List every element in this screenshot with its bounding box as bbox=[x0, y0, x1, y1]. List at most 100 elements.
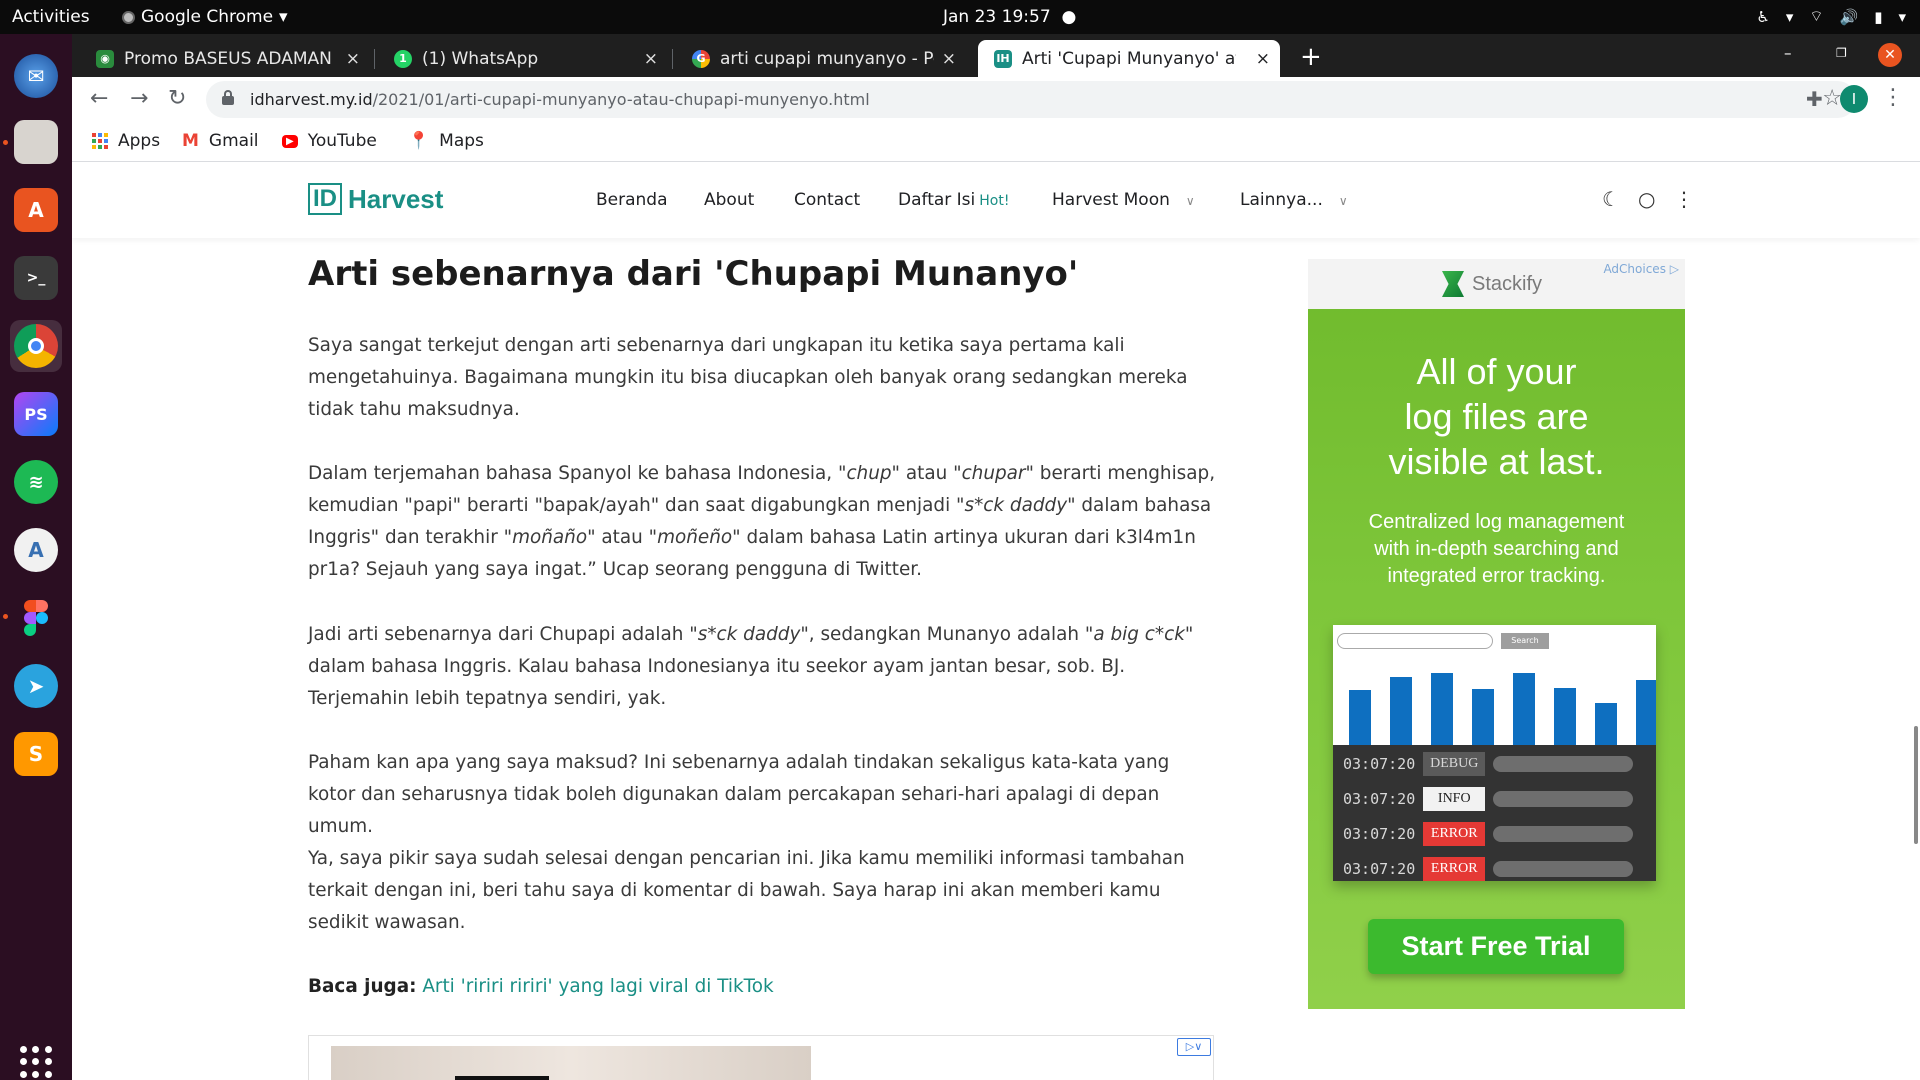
paragraph-4: Paham kan apa yang saya maksud? Ini sebe… bbox=[308, 752, 1170, 837]
bookmark-maps[interactable]: 📍 Maps bbox=[408, 131, 484, 151]
close-icon[interactable]: × bbox=[1256, 49, 1270, 69]
volume-icon: 🔊 bbox=[1839, 7, 1859, 26]
figma-icon bbox=[14, 596, 58, 640]
page-scrollbar[interactable] bbox=[1914, 726, 1918, 844]
forward-icon[interactable]: → bbox=[130, 86, 148, 111]
nav-daftar-isi[interactable]: Daftar Isi Hot! bbox=[898, 190, 1009, 210]
nav-about[interactable]: About bbox=[704, 190, 754, 210]
new-tab-button[interactable]: + bbox=[1300, 42, 1322, 72]
nav-harvest-moon[interactable]: Harvest Moon ∨ bbox=[1052, 190, 1195, 210]
url-text[interactable]: idharvest.my.id/2021/01/arti-cupapi-muny… bbox=[250, 90, 870, 109]
maximize-icon[interactable]: ❐ bbox=[1836, 46, 1847, 60]
android-studio-icon: A bbox=[14, 528, 58, 572]
log-level-badge: DEBUG bbox=[1423, 752, 1486, 776]
close-icon[interactable]: × bbox=[644, 49, 658, 69]
tab-idharvest[interactable]: IH Arti 'Cupapi Munyanyo' at × bbox=[978, 40, 1280, 77]
dock-telegram[interactable]: ➤ bbox=[10, 660, 62, 712]
dock-figma[interactable] bbox=[10, 592, 62, 644]
baca-juga-link[interactable]: Arti 'ririri ririri' yang lagi viral di … bbox=[422, 976, 773, 997]
dock-software[interactable]: A bbox=[10, 184, 62, 236]
stackify-ad[interactable]: Stackify AdChoices ▷ All of your log file… bbox=[1308, 259, 1685, 1009]
ad-search-button: Search bbox=[1501, 633, 1549, 649]
system-tray[interactable]: ♿ ▾ ⌔ 🔊 ▮ ▾ bbox=[1756, 7, 1906, 26]
app-menu-label: Google Chrome bbox=[141, 7, 274, 27]
paragraph-5: Ya, saya pikir saya sudah selesai dengan… bbox=[308, 848, 1185, 933]
window-close-icon[interactable]: ✕ bbox=[1878, 43, 1902, 67]
log-level-badge: ERROR bbox=[1423, 822, 1486, 846]
ad-brand: Stackify bbox=[1442, 271, 1542, 297]
tab-google-search[interactable]: G arti cupapi munyanyo - Pe × bbox=[676, 40, 966, 77]
dock-chrome[interactable] bbox=[10, 320, 62, 372]
dock-thunderbird[interactable]: ✉ bbox=[10, 50, 62, 102]
dock-phpstorm[interactable]: PS bbox=[10, 388, 62, 440]
more-menu-icon[interactable]: ⋮ bbox=[1674, 187, 1694, 211]
inline-ad-frame[interactable]: ▷∨ bbox=[308, 1035, 1214, 1080]
web-page: ID Harvest Beranda About Contact Daftar … bbox=[72, 163, 1920, 1080]
ad-log-row: 03:07:20 INFO bbox=[1343, 786, 1634, 812]
ad-thumbnail[interactable] bbox=[331, 1046, 811, 1080]
battery-icon: ▮ bbox=[1874, 7, 1883, 26]
back-icon[interactable]: ← bbox=[90, 86, 108, 111]
clock[interactable]: Jan 23 19:57 ● bbox=[943, 7, 1076, 27]
ad-log-row: 03:07:20 DEBUG bbox=[1343, 751, 1634, 777]
log-time: 03:07:20 bbox=[1343, 755, 1416, 773]
paragraph-1: Saya sangat terkejut dengan arti sebenar… bbox=[308, 335, 1188, 420]
dock-terminal[interactable]: >_ bbox=[10, 252, 62, 304]
dock-sublime[interactable]: S bbox=[10, 728, 62, 780]
notification-dot-icon: ● bbox=[1056, 7, 1077, 27]
files-icon bbox=[14, 120, 58, 164]
running-indicator bbox=[3, 140, 8, 145]
dock-android-studio[interactable]: A bbox=[10, 524, 62, 576]
search-icon[interactable]: ○ bbox=[1638, 187, 1655, 211]
show-applications-icon[interactable] bbox=[20, 1046, 52, 1078]
hot-badge: Hot! bbox=[979, 193, 1010, 209]
ad-log-list: 03:07:20 DEBUG 03:07:20 INFO 03:07:20 ERROR 03… bbox=[1333, 745, 1656, 881]
close-icon[interactable]: × bbox=[942, 49, 956, 69]
lock-icon[interactable] bbox=[222, 90, 234, 105]
dock-files[interactable] bbox=[10, 116, 62, 168]
chrome-menu-icon[interactable]: ⋮ bbox=[1882, 85, 1904, 110]
tab-promo-baseus[interactable]: ◉ Promo BASEUS ADAMAN × bbox=[80, 40, 370, 77]
tab-strip: ◉ Promo BASEUS ADAMAN × 1 (1) WhatsApp ×… bbox=[72, 34, 1920, 77]
log-time: 03:07:20 bbox=[1343, 790, 1416, 808]
profile-avatar[interactable]: I bbox=[1840, 85, 1868, 113]
site-logo[interactable]: ID Harvest bbox=[308, 183, 443, 215]
bookmark-gmail[interactable]: M Gmail bbox=[182, 131, 259, 151]
gmail-icon: M bbox=[182, 131, 199, 151]
bookmark-youtube[interactable]: ▶ YouTube bbox=[282, 131, 377, 151]
tab-title: (1) WhatsApp bbox=[422, 48, 539, 69]
nav-contact[interactable]: Contact bbox=[794, 190, 860, 210]
close-icon[interactable]: × bbox=[346, 49, 360, 69]
tokopedia-icon: ◉ bbox=[96, 49, 114, 68]
bookmark-apps[interactable]: Apps bbox=[92, 131, 160, 151]
ad-chart-bar bbox=[1636, 680, 1656, 745]
nav-lainnya[interactable]: Lainnya... ∨ bbox=[1240, 190, 1348, 210]
dock-spotify[interactable]: ≋ bbox=[10, 456, 62, 508]
adchoices-label[interactable]: AdChoices ▷ bbox=[1603, 262, 1679, 276]
log-message-bar bbox=[1493, 826, 1634, 842]
accessibility-icon[interactable]: ♿ bbox=[1756, 8, 1769, 26]
adchoices-icon[interactable]: ▷∨ bbox=[1177, 1038, 1211, 1056]
stackify-logo-icon bbox=[1442, 271, 1464, 297]
ad-bar-chart bbox=[1333, 655, 1656, 745]
chrome-icon bbox=[14, 324, 58, 368]
extensions-puzzle-icon[interactable]: ✚ bbox=[1806, 87, 1823, 111]
nav-lainnya-label: Lainnya... bbox=[1240, 190, 1323, 210]
minimize-icon[interactable]: – bbox=[1784, 44, 1792, 62]
ad-header: Stackify AdChoices ▷ bbox=[1308, 259, 1685, 309]
reload-icon[interactable]: ↻ bbox=[168, 86, 186, 111]
ad-chart-bar bbox=[1349, 690, 1371, 745]
nav-beranda[interactable]: Beranda bbox=[596, 190, 668, 210]
terminal-icon: >_ bbox=[14, 256, 58, 300]
start-free-trial-button[interactable]: Start Free Trial bbox=[1368, 919, 1624, 974]
ad-log-row: 03:07:20 ERROR bbox=[1343, 856, 1634, 881]
app-menu[interactable]: Google Chrome ▾ bbox=[122, 7, 288, 27]
chevron-down-icon: ∨ bbox=[1338, 194, 1348, 208]
dark-mode-moon-icon[interactable]: ☾ bbox=[1602, 187, 1620, 211]
activities-button[interactable]: Activities bbox=[12, 7, 90, 27]
address-bar[interactable]: idharvest.my.id/2021/01/arti-cupapi-muny… bbox=[206, 81, 1856, 118]
bookmark-label: Maps bbox=[439, 131, 484, 151]
bookmark-label: Gmail bbox=[208, 131, 259, 151]
tab-whatsapp[interactable]: 1 (1) WhatsApp × bbox=[378, 40, 668, 77]
tab-title: Promo BASEUS ADAMAN bbox=[124, 48, 332, 69]
